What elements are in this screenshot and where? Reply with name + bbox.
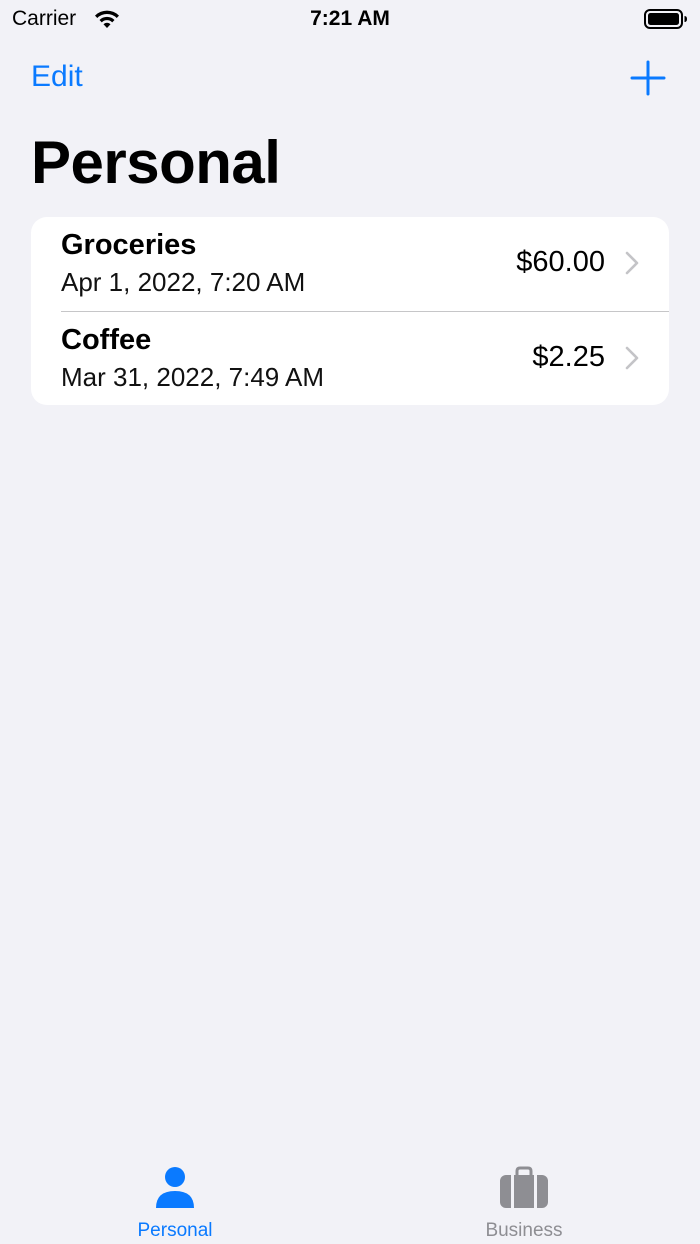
page-title: Personal <box>31 129 281 196</box>
edit-button[interactable]: Edit <box>31 60 83 94</box>
tab-label: Personal <box>137 1220 213 1241</box>
tab-bar: Personal Business <box>0 1150 700 1244</box>
list-item[interactable]: Groceries Apr 1, 2022, 7:20 AM $60.00 <box>31 217 669 311</box>
expense-amount: $60.00 <box>516 246 605 278</box>
expense-title: Coffee <box>61 324 152 356</box>
status-time: 7:21 AM <box>310 7 390 30</box>
tab-personal[interactable]: Personal <box>75 1150 275 1244</box>
battery-icon <box>644 9 687 29</box>
expense-amount: $2.25 <box>532 341 605 373</box>
expense-date: Apr 1, 2022, 7:20 AM <box>61 267 306 297</box>
expense-date: Mar 31, 2022, 7:49 AM <box>61 362 325 392</box>
chevron-right-icon <box>625 346 639 370</box>
status-bar: Carrier 7:21 AM <box>0 0 700 40</box>
tab-business[interactable]: Business <box>424 1150 624 1244</box>
expense-title: Groceries <box>61 229 197 261</box>
chevron-right-icon <box>625 251 639 275</box>
screen: Carrier 7:21 AM Edit Personal Groceries … <box>0 0 700 1244</box>
person-icon <box>156 1167 194 1208</box>
plus-icon[interactable] <box>628 58 668 98</box>
briefcase-icon <box>500 1166 548 1208</box>
list-item[interactable]: Coffee Mar 31, 2022, 7:49 AM $2.25 <box>61 311 669 405</box>
tab-label: Business <box>485 1220 563 1241</box>
expense-list: Groceries Apr 1, 2022, 7:20 AM $60.00 Co… <box>31 217 669 405</box>
